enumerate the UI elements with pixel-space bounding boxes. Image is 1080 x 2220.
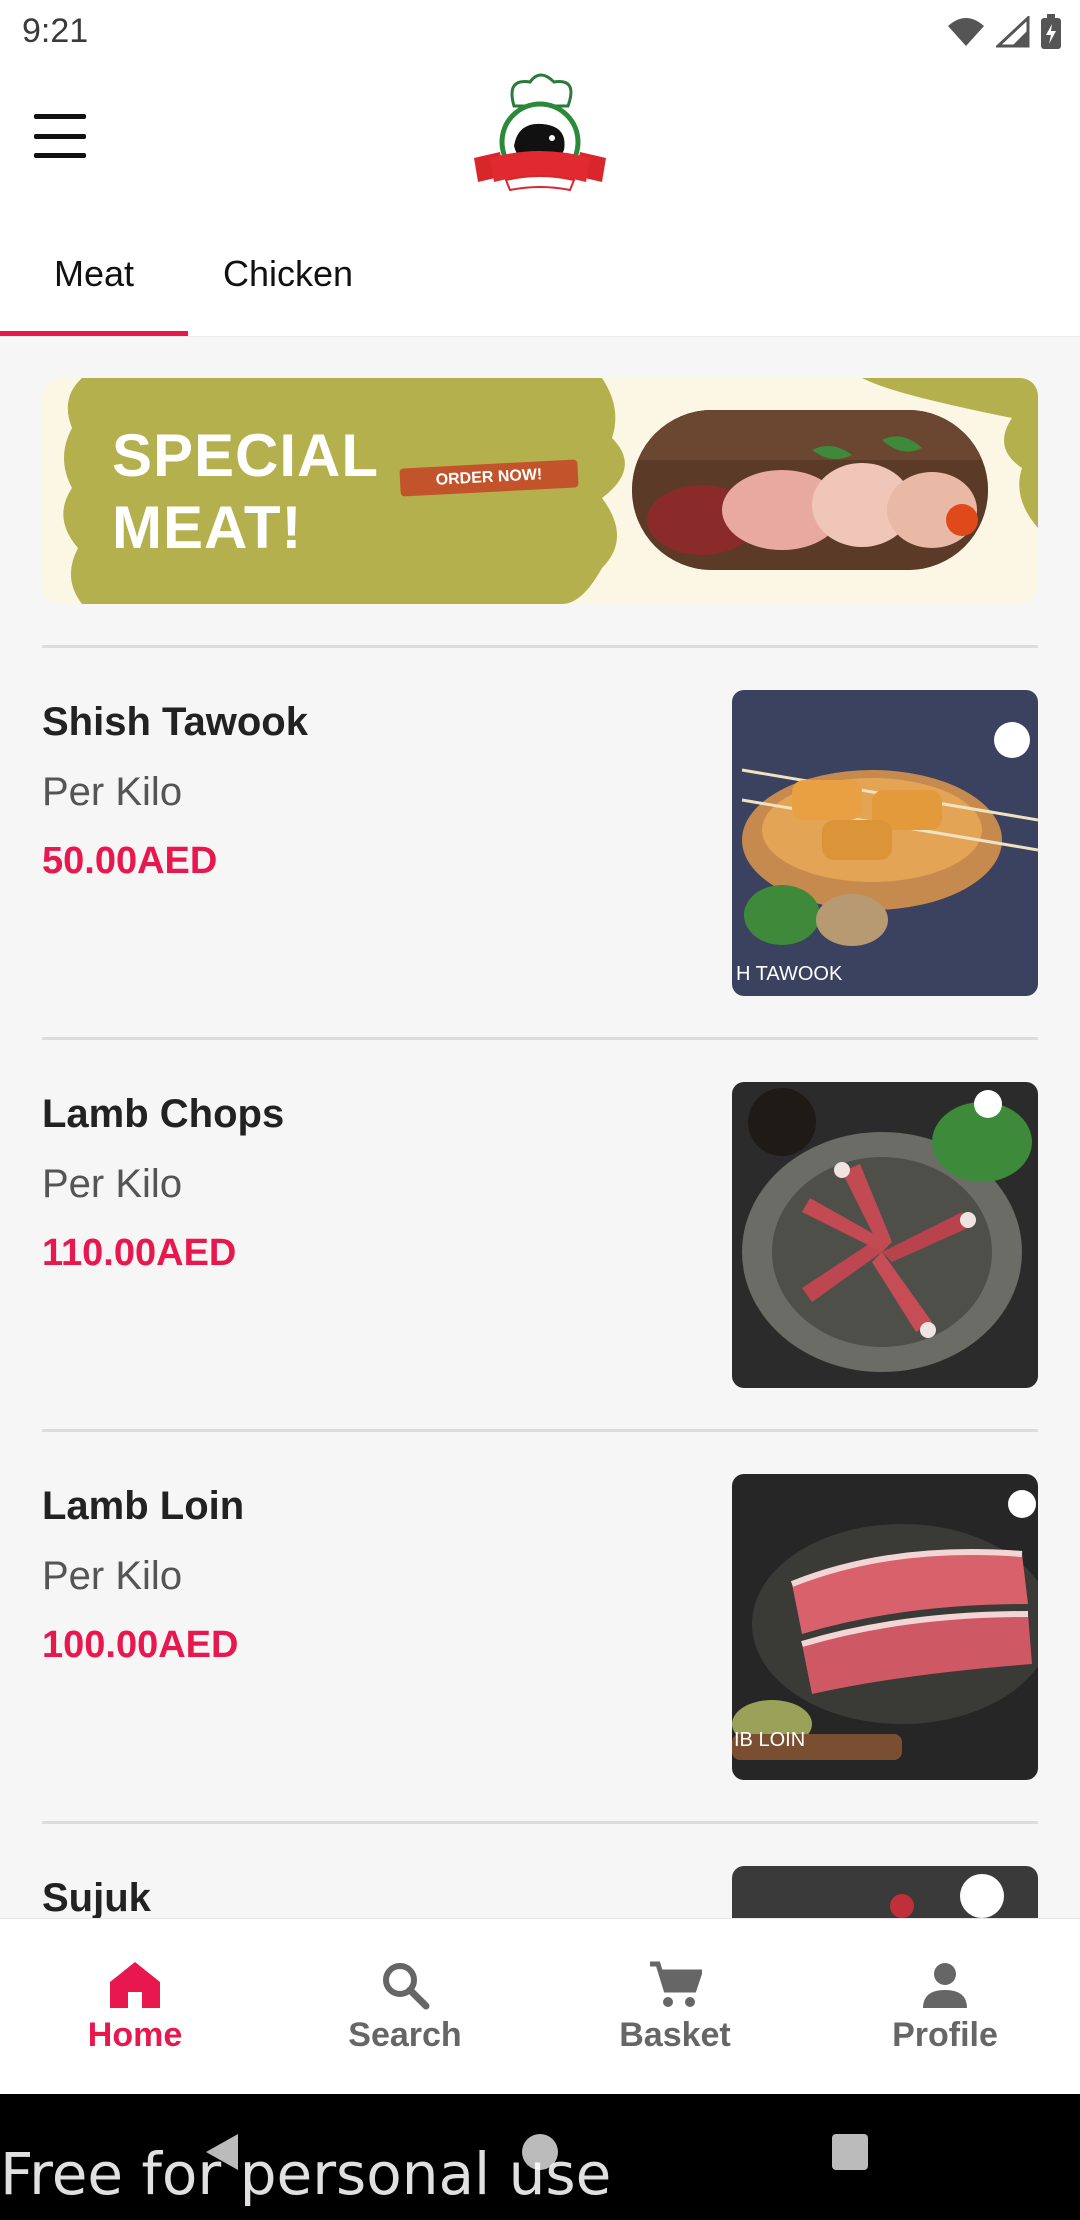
product-image: H TAWOOK xyxy=(732,690,1038,996)
product-price: 50.00AED xyxy=(42,840,218,882)
product-image-caption: IB LOIN xyxy=(734,1729,805,1751)
product-name: Shish Tawook xyxy=(42,700,308,744)
search-icon xyxy=(383,1962,430,2009)
menu-icon[interactable] xyxy=(34,114,86,158)
product-name: Lamb Loin xyxy=(42,1484,245,1528)
product-item[interactable]: Lamb Loin Per Kilo 100.00AED IB LOIN xyxy=(42,1474,1038,1780)
nav-home-label: Home xyxy=(87,2015,183,2054)
watermark-text: Free for personal use xyxy=(0,2140,612,2208)
brand-logo xyxy=(474,73,606,192)
signal-icon xyxy=(996,16,1030,48)
product-unit: Per Kilo xyxy=(42,1162,183,1206)
nav-home[interactable]: Home xyxy=(0,1919,270,2095)
divider xyxy=(42,1429,1038,1432)
product-name: Sujuk xyxy=(42,1876,151,1920)
divider xyxy=(42,1037,1038,1040)
status-icons xyxy=(946,14,1062,50)
tab-chicken[interactable]: Chicken xyxy=(190,212,386,336)
nav-basket-label: Basket xyxy=(619,2015,731,2054)
banner-meat-photo xyxy=(632,410,988,570)
bottom-navigation: Home Search Basket Profile xyxy=(0,1918,1080,2095)
nav-basket[interactable]: Basket xyxy=(540,1919,810,2095)
cart-icon xyxy=(650,1961,702,2007)
product-item[interactable]: Shish Tawook Per Kilo 50.00AED H TAWOOK xyxy=(42,690,1038,996)
product-name: Lamb Chops xyxy=(42,1092,285,1136)
person-icon xyxy=(923,1962,967,2008)
banner-title: SPECIAL MEAT! xyxy=(112,420,379,564)
product-unit: Per Kilo xyxy=(42,770,183,814)
nav-search[interactable]: Search xyxy=(270,1919,540,2095)
product-unit: Per Kilo xyxy=(42,1554,183,1598)
battery-icon xyxy=(1041,14,1061,49)
nav-search-label: Search xyxy=(348,2015,462,2054)
product-image xyxy=(732,1082,1038,1388)
home-icon xyxy=(110,1961,160,2008)
nav-profile-label: Profile xyxy=(892,2015,998,2054)
product-image-caption: H TAWOOK xyxy=(736,963,843,985)
app-bar xyxy=(0,64,1080,212)
category-tabs: Meat Chicken xyxy=(0,212,1080,337)
recents-icon[interactable] xyxy=(828,2130,872,2174)
product-item[interactable]: Lamb Chops Per Kilo 110.00AED xyxy=(42,1082,1038,1388)
product-price: 110.00AED xyxy=(42,1232,237,1274)
banner-title-line1: SPECIAL xyxy=(112,422,380,489)
wifi-icon xyxy=(948,18,984,46)
nav-profile[interactable]: Profile xyxy=(810,1919,1080,2095)
divider xyxy=(42,1821,1038,1824)
banner-title-line2: MEAT! xyxy=(112,494,303,561)
tab-indicator xyxy=(0,331,188,336)
divider xyxy=(42,645,1038,648)
status-time: 9:21 xyxy=(22,12,89,50)
tab-meat[interactable]: Meat xyxy=(0,212,188,336)
product-image: IB LOIN xyxy=(732,1474,1038,1780)
status-bar: 9:21 xyxy=(0,0,1080,64)
product-price: 100.00AED xyxy=(42,1624,239,1666)
promo-banner[interactable]: SPECIAL MEAT! ORDER NOW! xyxy=(42,378,1038,604)
